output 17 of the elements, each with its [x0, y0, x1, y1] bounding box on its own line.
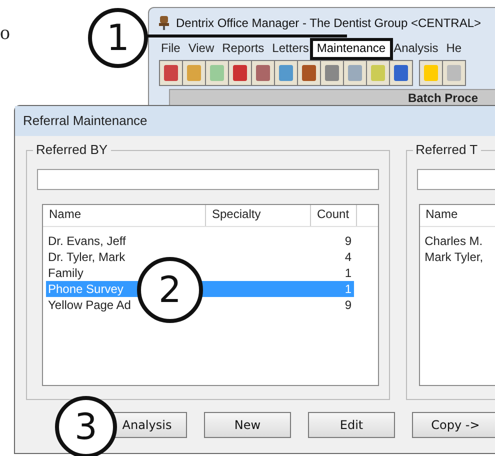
step-number-overlay: 1 [88, 8, 148, 68]
dialog-title: Referral Maintenance [15, 106, 495, 136]
window-title: Dentrix Office Manager - The Dentist Group <CENTRAL> [176, 16, 482, 30]
name-cell: Dr. Evans, Jeff [48, 233, 126, 249]
group-label: Referred BY [33, 142, 111, 157]
panel-title: Batch Proce [408, 90, 478, 105]
count-cell: 1 [344, 265, 352, 281]
name-cell: Yellow Page Ad [48, 297, 131, 313]
name-cell: Phone Survey [48, 281, 124, 297]
name-cell: Dr. Tyler, Mark [48, 249, 126, 265]
count-cell: 1 [344, 281, 352, 297]
count-cell: 9 [344, 297, 352, 313]
count-cell: 4 [344, 249, 352, 265]
text-fragment: o [0, 22, 10, 45]
group-label: Referred T [412, 142, 481, 157]
name-cell: Family [48, 265, 84, 281]
count-cell: 9 [344, 233, 352, 249]
